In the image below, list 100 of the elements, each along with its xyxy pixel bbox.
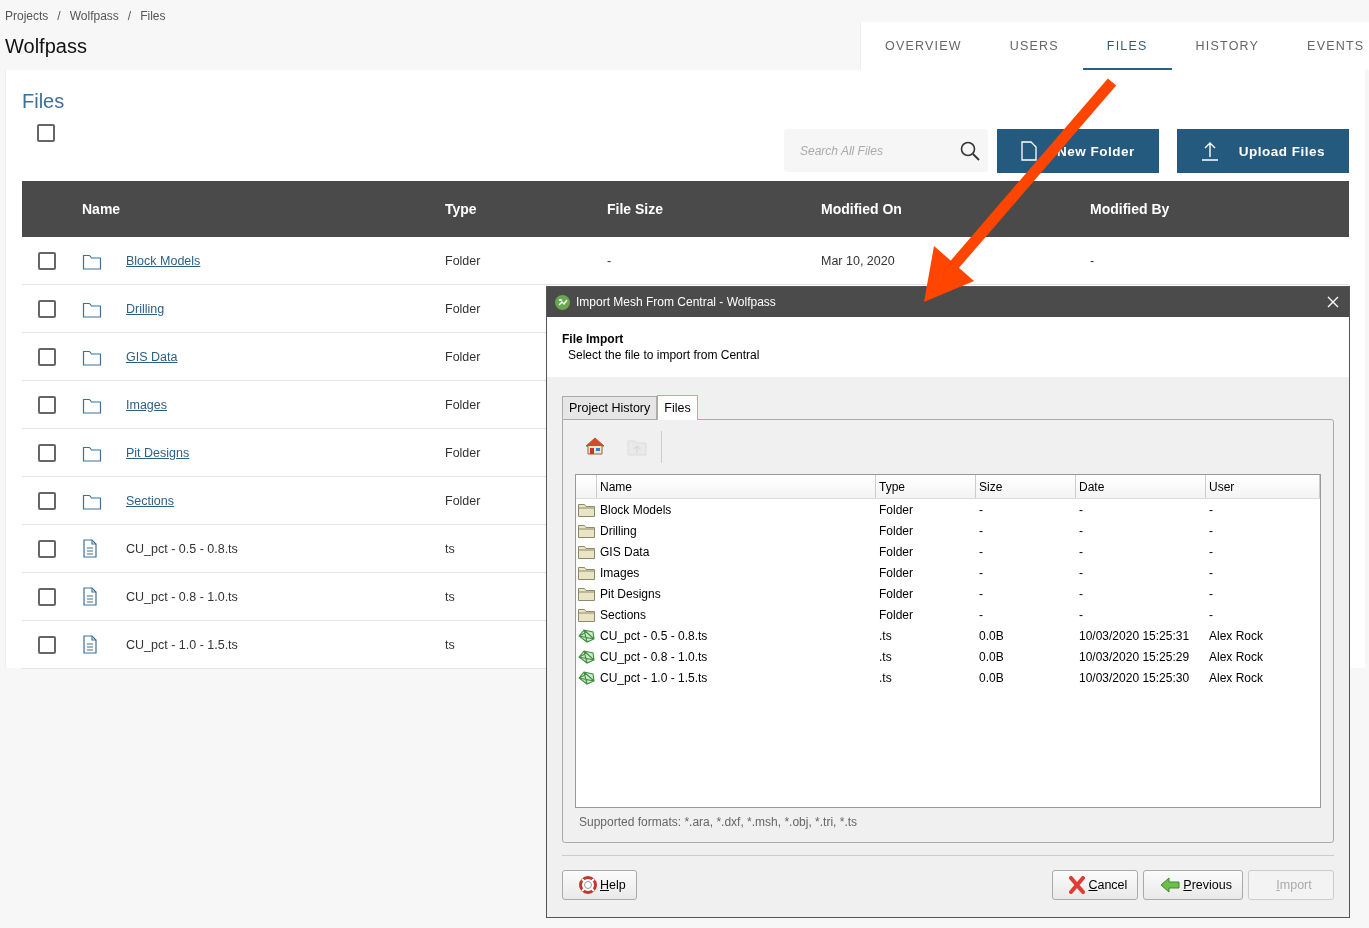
tab[interactable]: Files [657,395,698,420]
section-title: Files [22,89,66,114]
folder-link[interactable]: Drilling [126,301,165,316]
file-name: CU_pct - 1.0 - 1.5.ts [126,637,238,652]
folder-link[interactable]: Pit Designs [126,445,190,460]
table-cell: - [1209,586,1213,601]
file-name[interactable]: CU_pct - 1.0 - 1.5.ts [600,670,708,685]
table-cell: 10/03/2020 15:25:30 [1079,670,1190,685]
file-name[interactable]: Images [600,565,640,580]
arrow-left-icon [1160,877,1181,893]
file-name[interactable]: Sections [600,607,647,622]
checkbox[interactable] [38,443,56,462]
breadcrumb-link[interactable]: Files [140,9,166,23]
folder-link[interactable]: Images [126,397,167,412]
breadcrumb-separator: / [57,9,61,23]
table-cell: - [1090,253,1095,268]
column-header[interactable]: Name [597,475,876,498]
table-cell: - [979,607,983,622]
upload-icon [1200,141,1219,161]
table-cell: Folder [879,544,913,559]
table-cell: Folder [879,607,913,622]
column-header[interactable]: Modified On [821,201,1090,217]
mesh-icon [578,670,595,685]
table-cell: - [1079,565,1083,580]
column-header[interactable]: Date [1076,475,1206,498]
home-icon[interactable] [585,436,605,455]
table-cell: - [1209,544,1213,559]
close-icon[interactable] [1327,296,1339,308]
cross-icon [1069,876,1086,894]
search-field[interactable]: Search All Files [783,129,988,172]
tab[interactable]: HISTORY [1171,22,1284,70]
document-icon [82,539,98,558]
column-header[interactable]: Type [445,201,607,217]
lifebuoy-icon [579,876,597,894]
checkbox[interactable] [38,635,56,654]
table-cell: - [1079,586,1083,601]
checkbox[interactable] [37,124,55,142]
table-cell: - [979,565,983,580]
tab[interactable]: EVENTS [1283,22,1369,70]
file-name[interactable]: Pit Designs [600,586,661,601]
table-cell: Mar 10, 2020 [821,253,895,268]
document-icon [82,587,98,606]
file-name[interactable]: GIS Data [600,544,650,559]
folder-link[interactable]: Block Models [126,253,201,268]
table-cell: 0.0B [979,649,1004,664]
cancel-button[interactable]: Cancel [1052,870,1139,900]
file-name: CU_pct - 0.5 - 0.8.ts [126,541,238,556]
tab[interactable]: Project History [562,396,658,419]
file-name[interactable]: Drilling [600,523,637,538]
breadcrumb-link[interactable]: Wolfpass [69,9,119,23]
checkbox[interactable] [38,299,56,318]
tab[interactable]: OVERVIEW [861,22,986,70]
table-cell: .ts [879,670,892,685]
table-cell: - [1209,502,1213,517]
folder-link[interactable]: Sections [126,493,174,508]
file-name[interactable]: Block Models [600,502,672,517]
table-cell: Folder [879,523,913,538]
mesh-icon [578,649,595,664]
checkbox[interactable] [38,395,56,414]
column-header[interactable]: Type [876,475,976,498]
help-button[interactable]: Help [562,870,637,900]
document-icon [1020,141,1037,161]
table-cell: Folder [445,445,481,460]
file-name: CU_pct - 0.8 - 1.0.ts [126,589,238,604]
dialog-heading: File Import [562,332,625,346]
folder-link[interactable]: GIS Data [126,349,178,364]
table-cell: ts [445,589,455,604]
document-icon [82,635,98,654]
checkbox[interactable] [38,587,56,606]
checkbox[interactable] [38,539,56,558]
folder-icon [578,565,595,580]
dialog-subtitle: Select the file to import from Central [567,348,761,362]
breadcrumb-link[interactable]: Projects [5,9,49,23]
table-cell: - [1079,544,1083,559]
upload-button[interactable]: Upload Files [1176,129,1349,173]
table-cell: - [1209,565,1213,580]
checkbox[interactable] [38,347,56,366]
table-cell: Folder [445,253,481,268]
previous-button[interactable]: Previous [1143,870,1243,900]
table-cell: Alex Rock [1209,670,1264,685]
checkbox[interactable] [38,491,56,510]
column-header[interactable]: User [1206,475,1320,498]
checkbox[interactable] [38,251,56,270]
column-header[interactable]: Size [976,475,1076,498]
window-title: Import Mesh From Central - Wolfpass [576,295,777,309]
table-cell: - [1209,523,1213,538]
column-header[interactable]: File Size [607,201,821,217]
table-cell: Folder [445,349,481,364]
column-header[interactable]: Modified By [1090,201,1349,217]
tab[interactable]: USERS [985,22,1083,70]
column-header[interactable]: Name [82,201,445,217]
table-cell: Folder [445,301,481,316]
table-cell: ts [445,637,455,652]
table-cell: - [1079,523,1083,538]
folder-icon [578,544,595,559]
file-name[interactable]: CU_pct - 0.8 - 1.0.ts [600,649,708,664]
file-name[interactable]: CU_pct - 0.5 - 0.8.ts [600,628,708,643]
table-cell: - [979,544,983,559]
table-cell: Alex Rock [1209,628,1264,643]
table-cell: Folder [879,586,913,601]
